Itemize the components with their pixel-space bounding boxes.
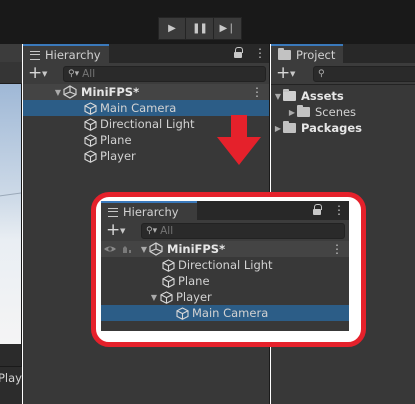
create-button[interactable]: + [28, 64, 42, 82]
project-search-field[interactable]: ⚲ [313, 66, 415, 82]
inset-search-row: + ▼ ⚲▾ [101, 220, 349, 242]
chevron-down-icon[interactable]: ▼ [290, 70, 295, 78]
gameobject-cube-icon [83, 132, 98, 148]
project-search-row: + ▼ ⚲ [271, 63, 415, 85]
folder-label: Scenes [315, 105, 357, 119]
create-button[interactable]: + [106, 221, 120, 239]
collapse-arrow-icon[interactable]: ▶ [273, 124, 283, 133]
playmode-controls: ▶ ❚❚ ▶❘ [158, 17, 242, 40]
gameobject-cube-icon [83, 148, 98, 164]
scene-toolbar[interactable] [0, 62, 22, 84]
expand-arrow-icon[interactable]: ▼ [273, 92, 283, 101]
play-button[interactable]: ▶ [158, 17, 186, 40]
search-field[interactable]: ⚲▾ [63, 66, 266, 82]
tab-hierarchy[interactable]: Hierarchy [23, 44, 109, 63]
item-label: Plane [100, 133, 132, 147]
step-icon: ▶❘ [219, 23, 236, 34]
folder-assets[interactable]: ▼ Assets [271, 88, 415, 104]
hierarchy-item-player[interactable]: ▼ Player [101, 289, 349, 305]
item-label: Player [176, 290, 212, 304]
gameobject-cube-icon [161, 257, 176, 273]
chevron-down-icon[interactable]: ▼ [42, 70, 47, 78]
project-tabbar: Project [271, 44, 415, 63]
red-down-arrow-icon [217, 115, 261, 165]
scene-row[interactable]: ▼ MiniFPS* ⋮ [23, 84, 269, 100]
item-label: Plane [178, 274, 210, 288]
hierarchy-tabbar: Hierarchy ⋮ [23, 44, 269, 63]
search-input[interactable] [82, 68, 265, 80]
scene-viewport[interactable] [0, 84, 21, 344]
unity-scene-icon [149, 242, 163, 256]
project-tab-label: Project [296, 48, 336, 62]
hierarchy-list-icon [108, 207, 118, 217]
chevron-down-icon[interactable]: ▼ [120, 227, 125, 235]
folder-scenes[interactable]: ▶ Scenes [271, 104, 415, 120]
search-icon: ⚲▾ [146, 226, 158, 236]
item-label: Main Camera [100, 101, 177, 115]
visibility-eye-icon[interactable] [103, 244, 133, 254]
game-tab-label: Play [0, 371, 22, 385]
item-label: Directional Light [100, 117, 195, 131]
unity-scene-icon [63, 85, 77, 99]
lock-icon[interactable] [313, 204, 322, 216]
scene-name: MiniFPS* [81, 85, 140, 99]
hierarchy-search-row: + ▼ ⚲▾ [23, 63, 269, 85]
expand-arrow-icon[interactable]: ▼ [149, 293, 159, 302]
scene-menu-icon[interactable]: ⋮ [251, 85, 263, 99]
create-button[interactable]: + [276, 64, 290, 82]
gameobject-cube-icon [159, 289, 174, 305]
panel-menu-icon[interactable]: ⋮ [333, 203, 345, 217]
item-label: Main Camera [192, 306, 269, 320]
inset-hierarchy-tabbar: Hierarchy ⋮ [101, 201, 349, 220]
hierarchy-list-icon [30, 50, 40, 60]
folder-icon [283, 121, 296, 133]
scene-menu-icon[interactable]: ⋮ [331, 242, 343, 256]
folder-label: Assets [301, 89, 344, 103]
folder-label: Packages [301, 121, 362, 135]
inset-hierarchy-tab-label: Hierarchy [123, 205, 179, 219]
play-icon: ▶ [168, 23, 176, 34]
scene-tab[interactable] [0, 44, 22, 62]
hierarchy-tab-label: Hierarchy [45, 48, 101, 62]
folder-open-icon [283, 89, 296, 101]
search-field[interactable]: ⚲▾ [141, 223, 345, 239]
tab-hierarchy[interactable]: Hierarchy [101, 201, 197, 220]
project-folder-icon [278, 48, 291, 60]
gameobject-cube-icon [161, 273, 176, 289]
panel-menu-icon[interactable]: ⋮ [254, 46, 266, 60]
scene-name: MiniFPS* [167, 242, 226, 256]
search-icon: ⚲ [318, 69, 325, 79]
step-button[interactable]: ▶❘ [214, 17, 242, 40]
scene-row[interactable]: ▼ MiniFPS* ⋮ [101, 241, 349, 257]
item-label: Directional Light [178, 258, 273, 272]
tab-project[interactable]: Project [271, 44, 344, 63]
main-toolbar: ▶ ❚❚ ▶❘ [0, 0, 415, 44]
gameobject-cube-icon [83, 100, 98, 116]
hierarchy-item-main-camera[interactable]: Main Camera [101, 305, 349, 321]
folder-packages[interactable]: ▶ Packages [271, 120, 415, 136]
hierarchy-item-plane[interactable]: Plane [101, 273, 349, 289]
search-icon: ⚲▾ [68, 69, 80, 79]
inset-hierarchy-panel: Hierarchy ⋮ + ▼ ⚲▾ ▼ MiniFPS* ⋮ Directio… [101, 201, 349, 331]
hierarchy-item-directional-light[interactable]: Directional Light [101, 257, 349, 273]
folder-icon [297, 105, 310, 117]
search-input[interactable] [160, 225, 344, 237]
game-tab[interactable]: Play [0, 366, 22, 404]
gameobject-cube-icon [175, 305, 190, 321]
expand-arrow-icon[interactable]: ▼ [139, 245, 149, 254]
expand-arrow-icon[interactable]: ▼ [53, 88, 63, 97]
item-label: Player [100, 149, 136, 163]
gameobject-cube-icon [83, 116, 98, 132]
pause-icon: ❚❚ [192, 23, 208, 34]
pause-button[interactable]: ❚❚ [186, 17, 214, 40]
lock-icon[interactable] [234, 47, 243, 59]
collapse-arrow-icon[interactable]: ▶ [287, 108, 297, 117]
